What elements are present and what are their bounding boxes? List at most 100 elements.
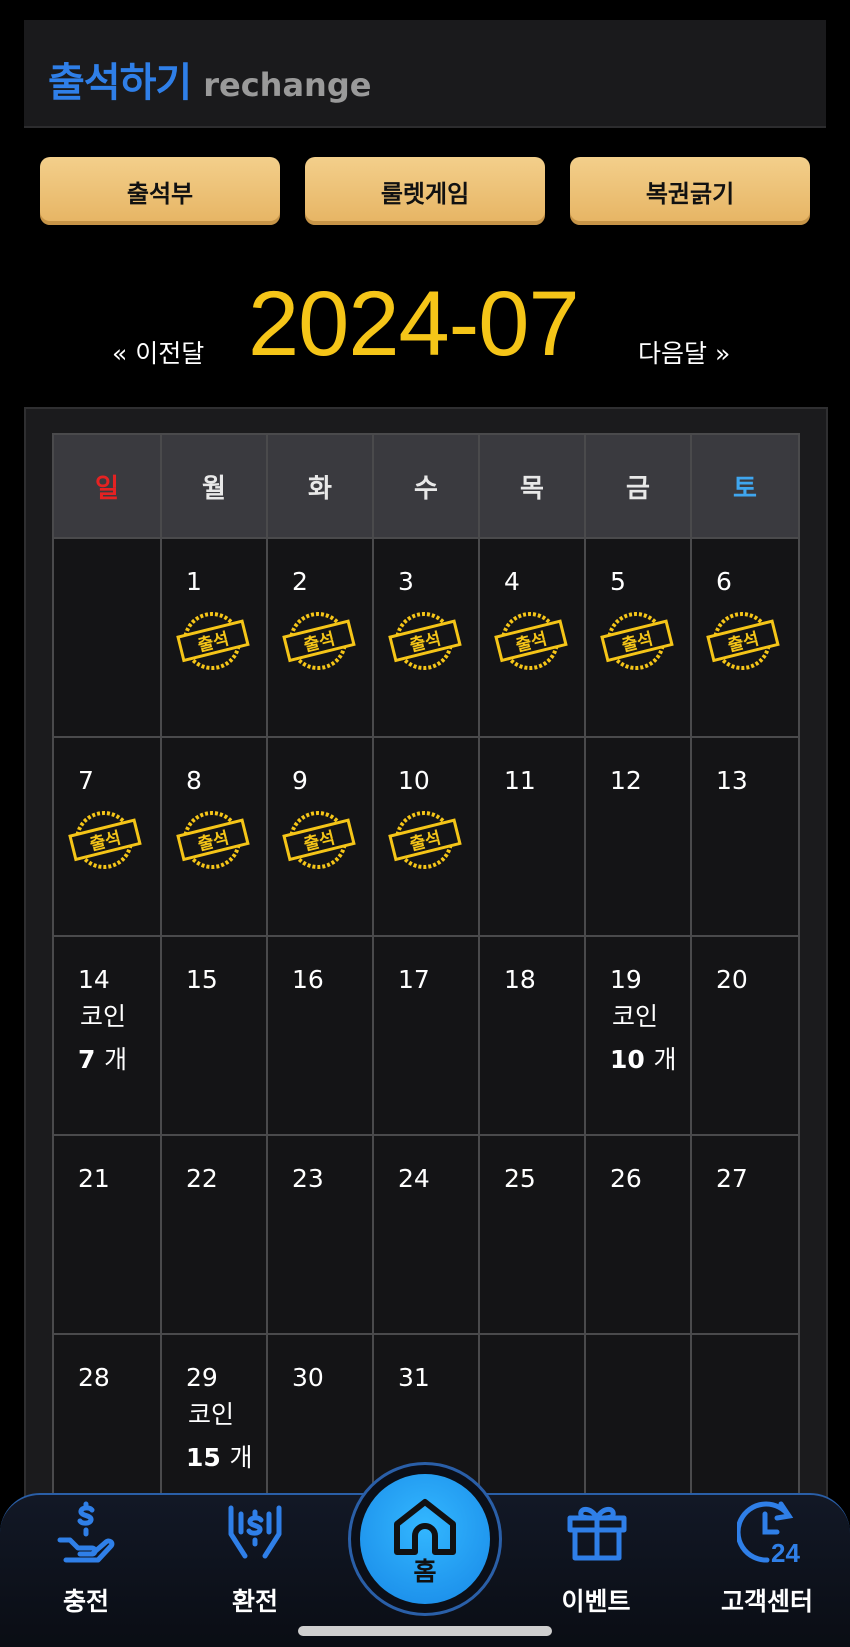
attendance-stamp-icon: 출석 [600,612,674,670]
day-number: 31 [398,1363,430,1392]
calendar-day-20[interactable]: 20 [692,937,798,1134]
calendar-day-5[interactable]: 5 출석 [586,539,690,736]
day-number: 17 [398,965,430,994]
day-number: 2 [292,567,308,596]
page-title: 출석하기 [48,60,192,106]
calendar-day-17[interactable]: 17 [374,937,478,1134]
prev-month-link[interactable]: « 이전달 [112,334,204,370]
calendar-day-10[interactable]: 10 출석 [374,738,478,935]
tab-row: 출석부 룰렛게임 복권긁기 [40,157,810,225]
nav-home[interactable]: 홈 [360,1474,490,1604]
day-number: 27 [716,1164,748,1193]
support-24-text: 24 [771,1538,800,1564]
tab-attendance-button[interactable]: 출석부 [40,157,280,225]
weekday-header-mon: 월 [162,435,266,537]
month-navigation: « 이전달 2024-07 다음달 » [0,270,850,380]
calendar-day-27[interactable]: 27 [692,1136,798,1333]
calendar-day-24[interactable]: 24 [374,1136,478,1333]
day-number: 16 [292,965,324,994]
attendance-stamp-icon: 출석 [388,811,462,869]
day-number: 10 [398,766,430,795]
day-number: 11 [504,766,536,795]
coin-count: 7 개 [78,1040,127,1076]
calendar-day-8[interactable]: 8 출석 [162,738,266,935]
nav-exchange[interactable]: 환전 [185,1500,325,1616]
next-month-link[interactable]: 다음달 » [638,334,730,370]
calendar-day-14[interactable]: 14 코인 7 개 [54,937,160,1134]
attendance-stamp-icon: 출석 [706,612,780,670]
tab-roulette-button[interactable]: 룰렛게임 [305,157,545,225]
weekday-header-thu: 목 [480,435,584,537]
day-number: 30 [292,1363,324,1392]
nav-charge[interactable]: 충전 [16,1500,156,1616]
weekday-header-tue: 화 [268,435,372,537]
gesture-bar[interactable] [298,1626,552,1636]
calendar-empty-cell [54,539,160,736]
nav-event[interactable]: 이벤트 [526,1500,666,1616]
tab-lottery-button[interactable]: 복권긁기 [570,157,810,225]
attendance-stamp-icon: 출석 [494,612,568,670]
day-number: 19 [610,965,642,994]
calendar-day-22[interactable]: 22 [162,1136,266,1333]
calendar-day-4[interactable]: 4 출석 [480,539,584,736]
nav-support[interactable]: 24 고객센터 [697,1500,837,1616]
day-number: 18 [504,965,536,994]
day-number: 6 [716,567,732,596]
coin-label: 코인 [188,1400,235,1429]
day-number: 3 [398,567,414,596]
calendar-grid: 일 월 화 수 목 금 토 1 출석 2 출석 3 출석 4 출석 5 출석 6 출석 7 출석 8 출석 9 출석 10 출석 11… [52,433,800,1534]
home-icon [394,1499,456,1555]
calendar-day-6[interactable]: 6 출석 [692,539,798,736]
calendar-day-25[interactable]: 25 [480,1136,584,1333]
coin-unit: 개 [229,1443,253,1472]
calendar-day-21[interactable]: 21 [54,1136,160,1333]
current-month-title: 2024-07 [248,273,580,375]
attendance-stamp-icon: 출석 [282,612,356,670]
calendar-day-9[interactable]: 9 출석 [268,738,372,935]
coin-count: 15 개 [186,1438,253,1474]
day-number: 25 [504,1164,536,1193]
page-header: 출석하기 rechange [24,20,826,128]
day-number: 20 [716,965,748,994]
calendar-day-12[interactable]: 12 [586,738,690,935]
attendance-stamp-icon: 출석 [176,811,250,869]
day-number: 1 [186,567,202,596]
exchange-icon [228,1505,282,1559]
coin-count: 10 개 [610,1040,677,1076]
calendar-day-7[interactable]: 7 출석 [54,738,160,935]
calendar-day-23[interactable]: 23 [268,1136,372,1333]
header-title-group: 출석하기 rechange [48,50,371,108]
calendar-day-13[interactable]: 13 [692,738,798,935]
coin-unit: 개 [104,1045,128,1074]
coin-count-value: 10 [610,1045,645,1074]
calendar-day-19[interactable]: 19 코인 10 개 [586,937,690,1134]
charge-icon [57,1501,115,1563]
attendance-stamp-icon: 출석 [176,612,250,670]
nav-support-label: 고객센터 [720,1587,813,1616]
coin-count-value: 15 [186,1443,221,1472]
day-number: 23 [292,1164,324,1193]
calendar-day-11[interactable]: 11 [480,738,584,935]
coin-label: 코인 [612,1002,659,1031]
calendar-day-3[interactable]: 3 출석 [374,539,478,736]
day-number: 8 [186,766,202,795]
day-number: 28 [78,1363,110,1392]
calendar-day-2[interactable]: 2 출석 [268,539,372,736]
weekday-header-sun: 일 [54,435,160,537]
coin-unit: 개 [653,1045,677,1074]
nav-event-label: 이벤트 [561,1587,631,1616]
weekday-header-wed: 수 [374,435,478,537]
day-number: 15 [186,965,218,994]
calendar-day-16[interactable]: 16 [268,937,372,1134]
calendar-day-18[interactable]: 18 [480,937,584,1134]
calendar-day-26[interactable]: 26 [586,1136,690,1333]
day-number: 4 [504,567,520,596]
weekday-header-sat: 토 [692,435,798,537]
attendance-stamp-icon: 출석 [388,612,462,670]
nav-exchange-label: 환전 [231,1587,278,1616]
page-subtitle: rechange [203,66,372,104]
calendar-day-1[interactable]: 1 출석 [162,539,266,736]
day-number: 21 [78,1164,110,1193]
day-number: 9 [292,766,308,795]
calendar-day-15[interactable]: 15 [162,937,266,1134]
